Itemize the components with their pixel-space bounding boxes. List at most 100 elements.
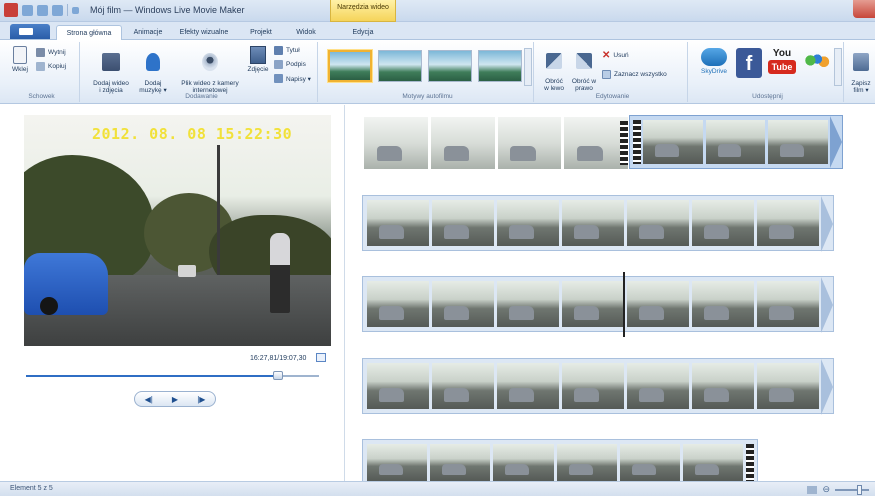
file-menu-button[interactable] — [10, 24, 50, 39]
snapshot-button[interactable]: Zdjęcie — [244, 46, 272, 73]
rotate-left-icon — [546, 53, 562, 69]
facebook-icon[interactable]: f — [736, 48, 762, 78]
rotate-left-label: Obróć w lewo — [544, 78, 564, 92]
messenger-people-icon[interactable] — [802, 50, 830, 76]
copy-button[interactable]: Kopiuj — [36, 62, 66, 71]
playback-controls: ◀| ▶ |▶ — [134, 391, 216, 407]
playhead-indicator[interactable] — [623, 272, 625, 337]
zoom-out-icon[interactable]: ⊖ — [822, 484, 830, 495]
quick-access-toolbar — [4, 3, 79, 17]
app-icon[interactable] — [4, 3, 18, 17]
webcam-icon — [202, 53, 218, 71]
clip-continue-arrow — [821, 359, 833, 415]
clip-frame — [705, 120, 766, 164]
clip-frames — [367, 444, 744, 481]
group-share: SkyDrive f You Tube Udostępnij — [692, 42, 844, 102]
customize-qat-icon[interactable] — [72, 6, 79, 14]
themes-gallery-scroll[interactable] — [524, 48, 532, 86]
play-icon[interactable]: ▶ — [172, 395, 178, 404]
context-tab-header: Narzędzia wideo — [330, 0, 396, 22]
undo-icon[interactable] — [37, 4, 48, 16]
seek-thumb[interactable] — [272, 371, 283, 380]
status-bar: Element 5 z 5 ⊖ — [0, 481, 875, 496]
storyboard-row-4[interactable] — [362, 358, 834, 415]
previous-frame-icon[interactable]: ◀| — [145, 395, 153, 404]
clip-frames — [367, 363, 819, 409]
redo-icon[interactable] — [52, 4, 63, 16]
credits-icon — [274, 74, 283, 83]
video-preview[interactable]: 2012. 08. 08 15:22:30 — [24, 115, 331, 346]
title-button[interactable]: Tytuł — [274, 46, 300, 55]
skydrive-button[interactable]: SkyDrive — [696, 48, 732, 75]
rotate-left-button[interactable]: Obróć w lewo — [540, 46, 568, 92]
theme-thumbnail-3[interactable] — [428, 50, 472, 82]
clip-frame — [432, 281, 494, 327]
music-note-icon — [146, 53, 160, 71]
clip-frame — [562, 363, 624, 409]
ribbon-tabs: Strona główna Animacje Efekty wizualne P… — [0, 22, 875, 40]
scene-cyclist — [270, 233, 290, 313]
clip-frame — [367, 200, 429, 246]
skydrive-label: SkyDrive — [700, 68, 727, 75]
zoom-thumb[interactable] — [857, 484, 862, 495]
clip-continue-arrow — [821, 196, 833, 252]
clip-frame — [627, 200, 689, 246]
tab-project[interactable]: Projekt — [240, 25, 282, 40]
theme-thumbnail-4[interactable] — [478, 50, 522, 82]
caption-label: Podpis — [286, 61, 306, 68]
share-gallery-scroll[interactable] — [834, 48, 842, 86]
clip-continue-arrow — [830, 116, 842, 168]
scene-blue-car — [24, 253, 108, 315]
seek-slider[interactable] — [26, 371, 319, 380]
clip-frame — [682, 444, 744, 481]
caption-icon — [274, 60, 283, 69]
tab-view[interactable]: Widok — [286, 25, 326, 40]
remove-button[interactable]: ✕ Usuń — [602, 50, 629, 61]
clip-frame — [430, 444, 491, 481]
zoom-slider[interactable] — [835, 484, 869, 495]
clip-frame — [367, 444, 428, 481]
webcam-video-button[interactable]: Plik wideo z kamery internetowej — [172, 46, 248, 94]
fullscreen-icon[interactable] — [316, 353, 326, 362]
cut-button[interactable]: Wytnij — [36, 48, 66, 57]
caption-button[interactable]: Podpis — [274, 60, 306, 69]
window-title: Mój film — Windows Live Movie Maker — [90, 5, 245, 15]
storyboard-clip-2-selected[interactable] — [629, 115, 843, 169]
storyboard-row-2[interactable] — [362, 195, 834, 252]
storyboard — [346, 105, 875, 481]
clip-frame — [497, 117, 562, 169]
youtube-button[interactable]: You Tube — [768, 48, 796, 78]
tab-animations[interactable]: Animacje — [126, 25, 170, 40]
clip-frame — [432, 200, 494, 246]
clip-frame — [430, 117, 495, 169]
next-frame-icon[interactable]: |▶ — [197, 395, 205, 404]
save-movie-label: Zapisz film ▾ — [851, 80, 871, 94]
qat-separator — [67, 4, 68, 16]
rotate-right-button[interactable]: Obróć w prawo — [568, 46, 600, 92]
tab-edit[interactable]: Edycja — [336, 25, 390, 40]
storyboard-clip-1[interactable] — [364, 117, 628, 169]
film-photo-icon — [102, 53, 120, 71]
select-all-button[interactable]: Zaznacz wszystko — [602, 70, 667, 79]
add-video-button[interactable]: Dodaj wideo i zdjęcia — [88, 46, 134, 94]
clip-frame — [497, 200, 559, 246]
clip-frame — [564, 117, 628, 169]
close-window-button[interactable] — [853, 0, 875, 18]
paste-button[interactable]: Wklej — [8, 46, 32, 73]
thumbnail-size-icon[interactable] — [807, 485, 818, 494]
tab-home[interactable]: Strona główna — [56, 25, 122, 40]
save-icon[interactable] — [22, 4, 33, 16]
title-bar: Mój film — Windows Live Movie Maker Narz… — [0, 0, 875, 22]
credits-button[interactable]: Napisy ▾ — [274, 74, 311, 83]
youtube-tube-label: Tube — [768, 60, 796, 74]
save-movie-button[interactable]: Zapisz film ▾ — [848, 46, 874, 94]
theme-thumbnail-2[interactable] — [378, 50, 422, 82]
tab-visual-effects[interactable]: Efekty wizualne — [172, 25, 236, 40]
theme-thumbnail-1[interactable] — [328, 50, 372, 82]
save-movie-icon — [853, 53, 869, 71]
storyboard-row-5[interactable] — [362, 439, 758, 481]
add-music-button[interactable]: Dodaj muzykę ▾ — [136, 46, 170, 94]
remove-x-icon: ✕ — [602, 50, 611, 61]
clip-frames — [367, 200, 819, 246]
storyboard-row-3[interactable] — [362, 276, 834, 333]
